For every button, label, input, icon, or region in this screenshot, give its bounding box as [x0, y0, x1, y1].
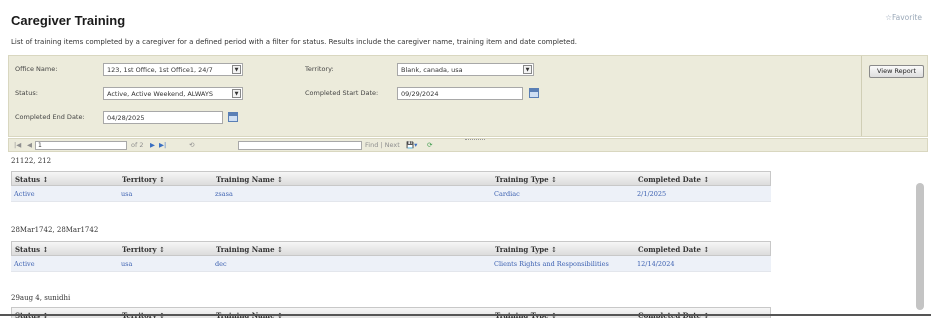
table-row: Active usa dec Clients Rights and Respon… [11, 256, 771, 272]
column-header-training-name[interactable]: Training Name ↕ [216, 175, 283, 184]
chevron-down-icon[interactable]: ▼ [232, 89, 241, 98]
table-row: Active usa zsasa Cardiac 2/1/2025 [11, 186, 771, 202]
report-toolbar: |◀ ◀ 1 of 2 ▶ ▶| ⟲ Find | Next 💾▾ ⟳ [8, 138, 928, 152]
cell-status[interactable]: Active [14, 260, 35, 268]
table-header: Status ↕ Territory ↕ Training Name ↕ Tra… [11, 171, 771, 186]
page-title: Caregiver Training [11, 13, 126, 28]
cell-territory[interactable]: usa [121, 190, 132, 198]
refresh-icon[interactable]: ⟲ [189, 141, 194, 149]
column-header-territory[interactable]: Territory ↕ [122, 245, 165, 254]
results-table: Status ↕ Territory ↕ Training Name ↕ Tra… [11, 241, 771, 272]
status-label: Status: [15, 89, 38, 97]
next-page-icon[interactable]: ▶ [150, 141, 155, 149]
group-header: 29aug 4, sunidhi [11, 294, 71, 302]
column-header-training-type[interactable]: Training Type ↕ [495, 175, 557, 184]
results-table: Status ↕ Territory ↕ Training Name ↕ Tra… [11, 171, 771, 202]
cell-completed-date[interactable]: 12/14/2024 [637, 260, 674, 268]
territory-select[interactable]: Blank, canada, usa ▼ [397, 63, 534, 76]
chevron-down-icon[interactable]: ▼ [232, 65, 241, 74]
office-name-select[interactable]: 123, 1st Office, 1st Office1, 24/7 ▼ [103, 63, 243, 76]
previous-page-icon[interactable]: ◀ [27, 141, 32, 149]
cell-training-type[interactable]: Cardiac [494, 190, 520, 198]
territory-value: Blank, canada, usa [401, 66, 463, 74]
column-header-completed-date[interactable]: Completed Date ↕ [638, 175, 709, 184]
completed-start-date-input[interactable]: 09/29/2024 [397, 87, 523, 100]
table-header: Status ↕ Territory ↕ Training Name ↕ Tra… [11, 307, 771, 318]
column-header-completed-date[interactable]: Completed Date ↕ [638, 245, 709, 254]
page-description: List of training items completed by a ca… [11, 38, 577, 46]
results-table: Status ↕ Territory ↕ Training Name ↕ Tra… [11, 307, 771, 318]
export-icon[interactable]: 💾▾ [406, 141, 417, 149]
cell-training-name[interactable]: zsasa [215, 190, 233, 198]
calendar-icon[interactable] [228, 112, 238, 122]
divider [861, 56, 862, 136]
find-next-link[interactable]: Find | Next [365, 141, 400, 149]
cell-territory[interactable]: usa [121, 260, 132, 268]
find-input[interactable] [238, 141, 362, 150]
favorite-link[interactable]: ☆Favorite [885, 13, 922, 22]
vertical-scrollbar[interactable] [916, 183, 924, 310]
completed-end-date-label: Completed End Date: [15, 113, 85, 121]
last-page-icon[interactable]: ▶| [159, 141, 166, 149]
status-value: Active, Active Weekend, ALWAYS [107, 90, 213, 98]
column-header-status[interactable]: Status ↕ [15, 245, 48, 254]
refresh-icon[interactable]: ⟳ [427, 141, 432, 149]
cell-training-type[interactable]: Clients Rights and Responsibilities [494, 260, 609, 268]
cell-training-name[interactable]: dec [215, 260, 227, 268]
page-number-input[interactable]: 1 [35, 141, 127, 150]
cell-completed-date[interactable]: 2/1/2025 [637, 190, 666, 198]
completed-start-date-label: Completed Start Date: [305, 89, 379, 97]
first-page-icon[interactable]: |◀ [14, 141, 21, 149]
chevron-down-icon[interactable]: ▼ [523, 65, 532, 74]
column-header-status[interactable]: Status ↕ [15, 175, 48, 184]
office-name-value: 123, 1st Office, 1st Office1, 24/7 [107, 66, 213, 74]
report-parameters-panel: Office Name: 123, 1st Office, 1st Office… [8, 55, 928, 137]
column-header-training-type[interactable]: Training Type ↕ [495, 245, 557, 254]
divider [0, 314, 931, 316]
cell-status[interactable]: Active [14, 190, 35, 198]
completed-end-date-input[interactable]: 04/28/2025 [103, 111, 223, 124]
office-name-label: Office Name: [15, 65, 58, 73]
status-select[interactable]: Active, Active Weekend, ALWAYS ▼ [103, 87, 243, 100]
splitter-handle[interactable] [465, 139, 485, 141]
page-count: of 2 [131, 141, 144, 149]
group-header: 28Mar1742, 28Mar1742 [11, 226, 99, 234]
view-report-button[interactable]: View Report [869, 65, 924, 78]
column-header-training-name[interactable]: Training Name ↕ [216, 245, 283, 254]
calendar-icon[interactable] [529, 88, 539, 98]
table-header: Status ↕ Territory ↕ Training Name ↕ Tra… [11, 241, 771, 256]
group-header: 21122, 212 [11, 157, 52, 165]
territory-label: Territory: [305, 65, 334, 73]
column-header-territory[interactable]: Territory ↕ [122, 175, 165, 184]
